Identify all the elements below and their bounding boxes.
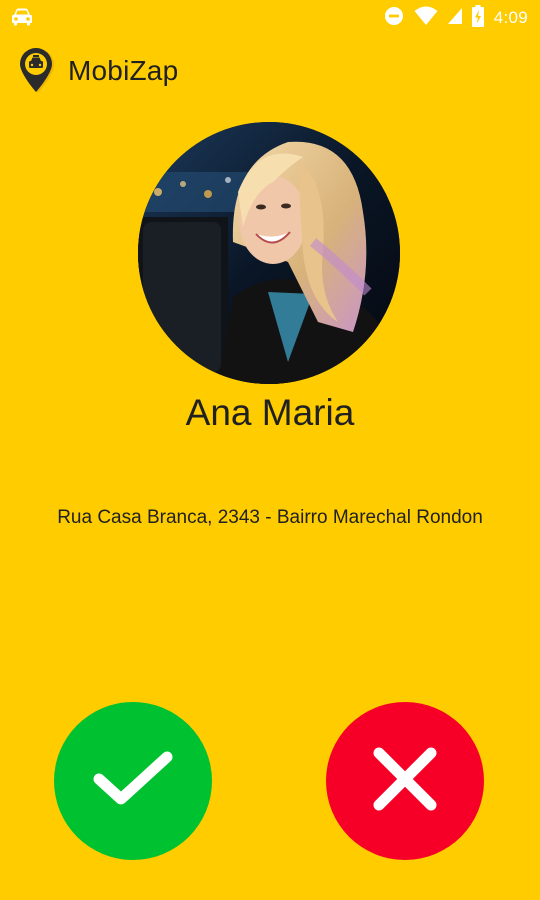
signal-icon <box>447 7 462 29</box>
passenger-name: Ana Maria <box>185 392 355 433</box>
status-time: 4:09 <box>493 8 528 27</box>
passenger-photo <box>138 122 400 384</box>
car-icon <box>10 6 34 31</box>
app-title: MobiZap <box>68 55 179 86</box>
app-bar: MobiZap <box>0 36 540 106</box>
reject-ride-button[interactable] <box>326 702 484 860</box>
pickup-address: Rua Casa Branca, 2343 - Bairro Marechal … <box>57 507 483 528</box>
wifi-icon <box>414 6 438 31</box>
status-bar-right: 4:09 <box>384 4 528 32</box>
do-not-disturb-icon <box>384 6 404 31</box>
taxi-pin-icon[interactable] <box>14 47 58 95</box>
status-bar: 4:09 <box>0 0 540 36</box>
close-icon <box>373 747 437 816</box>
accept-ride-button[interactable] <box>54 702 212 860</box>
battery-charging-icon <box>471 4 484 32</box>
check-icon <box>93 749 173 814</box>
status-bar-left <box>10 6 34 31</box>
